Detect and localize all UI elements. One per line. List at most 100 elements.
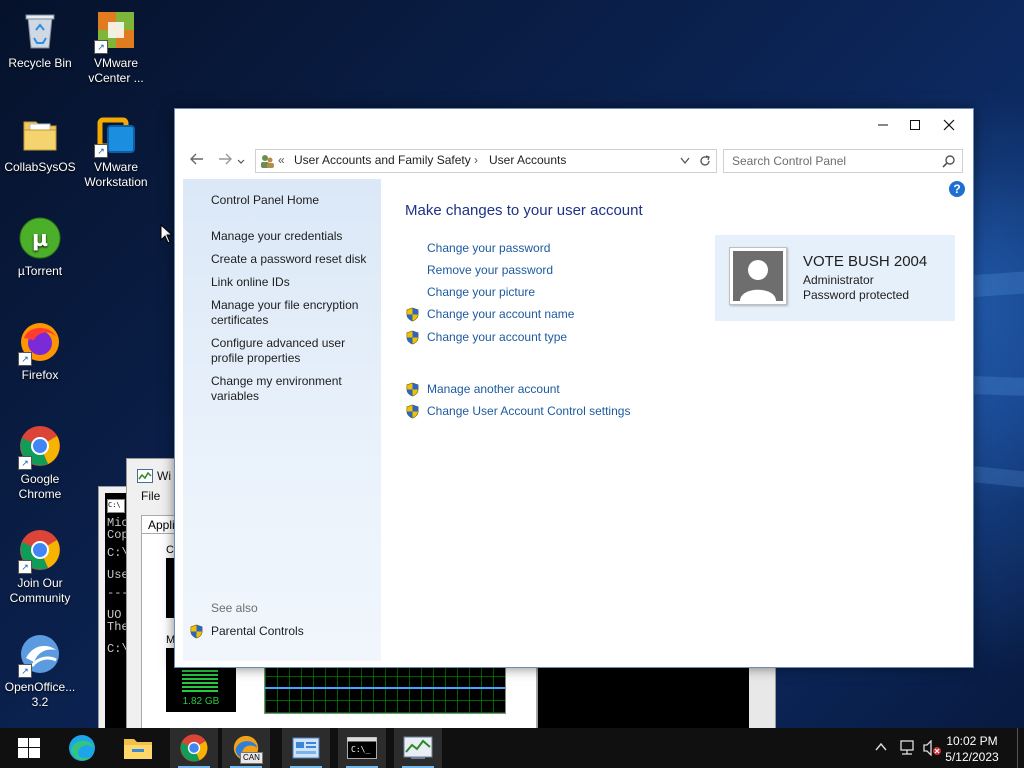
link-online-ids-link[interactable]: Link online IDs	[211, 275, 376, 290]
desktop-icon-vmware-workstation[interactable]: ↗ VMware Workstation	[76, 112, 156, 190]
address-dropdown-icon[interactable]	[680, 157, 690, 165]
breadcrumb-user-accounts[interactable]: User Accounts	[489, 153, 566, 167]
clock-time: 10:02 PM	[946, 734, 998, 748]
desktop-icon-label: µTorrent	[17, 264, 63, 278]
start-button[interactable]	[4, 728, 52, 768]
minimize-button[interactable]	[867, 113, 899, 139]
shortcut-arrow-icon: ↗	[18, 664, 32, 678]
manage-another-account-link[interactable]: Manage another account	[427, 382, 560, 396]
system-clock[interactable]: 10:02 PM 5/12/2023	[942, 733, 1002, 765]
create-password-reset-disk-link[interactable]: Create a password reset disk	[211, 252, 376, 267]
recent-locations-button[interactable]	[233, 149, 249, 173]
recycle-bin-icon	[18, 8, 62, 52]
breadcrumb-separator[interactable]: ›	[474, 153, 478, 167]
memory-usage-value: 1.82 GB	[182, 696, 220, 707]
taskbar-edge[interactable]	[58, 728, 106, 768]
back-button[interactable]	[185, 149, 209, 173]
desktop-icon-openoffice[interactable]: ↗ OpenOffice... 3.2	[0, 632, 80, 710]
background-window-dark	[536, 666, 776, 730]
desktop-icon-label: Google Chrome	[18, 472, 62, 501]
change-uac-settings-link[interactable]: Change User Account Control settings	[427, 404, 630, 418]
task-manager-title: Wi	[157, 469, 171, 483]
page-title: Make changes to your user account	[405, 202, 643, 219]
vmware-workstation-icon: ↗	[94, 112, 138, 158]
search-input[interactable]: Search Control Panel	[723, 149, 963, 173]
taskbar-edge-canary[interactable]: CAN	[222, 728, 270, 768]
desktop-icon-firefox[interactable]: ↗ Firefox	[0, 320, 80, 383]
utorrent-icon: µ	[18, 216, 62, 260]
account-role: Administrator	[803, 273, 874, 287]
breadcrumb-user-accounts-family-safety[interactable]: User Accounts and Family Safety	[294, 153, 471, 167]
desktop-icon-label: Firefox	[21, 368, 59, 382]
shortcut-arrow-icon: ↗	[94, 40, 108, 54]
navigation-bar: « User Accounts and Family Safety › User…	[175, 149, 973, 173]
desktop-icon-recycle-bin[interactable]: Recycle Bin	[0, 8, 80, 71]
close-button[interactable]	[933, 113, 965, 139]
uac-shield-icon	[406, 382, 419, 397]
manage-file-encryption-certificates-link[interactable]: Manage your file encryption certificates	[211, 298, 376, 328]
see-also-heading: See also	[211, 601, 258, 615]
folder-icon	[124, 739, 152, 759]
vmware-vcenter-icon: ↗	[94, 8, 138, 54]
desktop-icon-google-chrome[interactable]: ↗ Google Chrome	[0, 424, 80, 502]
change-account-name-link[interactable]: Change your account name	[427, 307, 574, 321]
taskbar-task-manager[interactable]	[394, 728, 442, 768]
chevron-up-icon[interactable]	[875, 742, 887, 752]
uac-shield-icon	[190, 624, 203, 639]
svg-text:C:\_: C:\_	[351, 745, 370, 754]
user-accounts-window[interactable]: « User Accounts and Family Safety › User…	[174, 108, 974, 668]
address-bar[interactable]: « User Accounts and Family Safety › User…	[255, 149, 717, 173]
parental-controls-link[interactable]: Parental Controls	[211, 624, 376, 639]
task-manager-icon	[137, 469, 153, 483]
folder-icon	[18, 112, 62, 156]
network-icon[interactable]	[898, 740, 916, 756]
shortcut-arrow-icon: ↗	[94, 144, 108, 158]
desktop-icon-label: CollabSysOS	[4, 160, 76, 174]
volume-muted-icon[interactable]	[922, 740, 942, 756]
manage-credentials-link[interactable]: Manage your credentials	[211, 229, 376, 244]
taskbar-command-prompt[interactable]: C:\_	[338, 728, 386, 768]
windows-logo-icon	[18, 738, 40, 758]
canary-badge: CAN	[240, 752, 263, 764]
edge-icon	[69, 735, 95, 761]
user-accounts-icon	[261, 155, 274, 168]
desktop-icon-vmware-vcenter[interactable]: ↗ VMware vCenter ...	[76, 8, 156, 86]
taskbar-chrome[interactable]	[170, 728, 218, 768]
change-picture-link[interactable]: Change your picture	[427, 285, 535, 299]
taskbar-file-explorer[interactable]	[114, 728, 162, 768]
user-avatar-icon	[733, 251, 783, 301]
show-desktop-button[interactable]	[1017, 728, 1024, 768]
left-navigation-pane: Control Panel Home Manage your credentia…	[183, 179, 381, 661]
control-panel-home-link[interactable]: Control Panel Home	[211, 193, 376, 208]
maximize-button[interactable]	[899, 113, 931, 139]
close-icon	[943, 119, 955, 131]
cmd-icon: C:\	[107, 499, 125, 513]
desktop-icon-join-our-community[interactable]: ↗ Join Our Community	[0, 528, 80, 606]
desktop-icon-utorrent[interactable]: µ µTorrent	[0, 216, 80, 279]
main-content: Make changes to your user account Change…	[381, 179, 973, 667]
desktop-icon-label: Recycle Bin	[8, 56, 72, 70]
search-placeholder: Search Control Panel	[732, 154, 847, 168]
maximize-icon	[910, 120, 920, 130]
change-password-link[interactable]: Change your password	[427, 241, 550, 255]
desktop-icon-collabsysos[interactable]: CollabSysOS	[0, 112, 80, 175]
configure-advanced-profile-link[interactable]: Configure advanced user profile properti…	[211, 336, 376, 366]
breadcrumb-overflow[interactable]: «	[278, 153, 285, 167]
refresh-icon[interactable]	[698, 154, 712, 168]
command-prompt-icon: C:\_	[347, 737, 377, 759]
shortcut-arrow-icon: ↗	[18, 352, 32, 366]
change-account-type-link[interactable]: Change your account type	[427, 330, 567, 344]
remove-password-link[interactable]: Remove your password	[427, 263, 553, 277]
search-icon[interactable]	[942, 154, 956, 168]
taskbar: CAN C:\_ 10:02 PM 5/12/2023	[0, 728, 1024, 768]
shortcut-arrow-icon: ↗	[18, 560, 32, 574]
task-manager-menu-file[interactable]: File	[141, 489, 160, 503]
desktop-icon-label: VMware Workstation	[84, 160, 148, 189]
uac-shield-icon	[406, 307, 419, 322]
window-title-bar[interactable]	[175, 109, 973, 145]
taskbar-user-accounts[interactable]	[282, 728, 330, 768]
openoffice-icon: ↗	[18, 632, 62, 678]
chrome-icon: ↗	[18, 424, 62, 470]
change-environment-variables-link[interactable]: Change my environment variables	[211, 374, 376, 404]
firefox-icon: ↗	[18, 320, 62, 366]
